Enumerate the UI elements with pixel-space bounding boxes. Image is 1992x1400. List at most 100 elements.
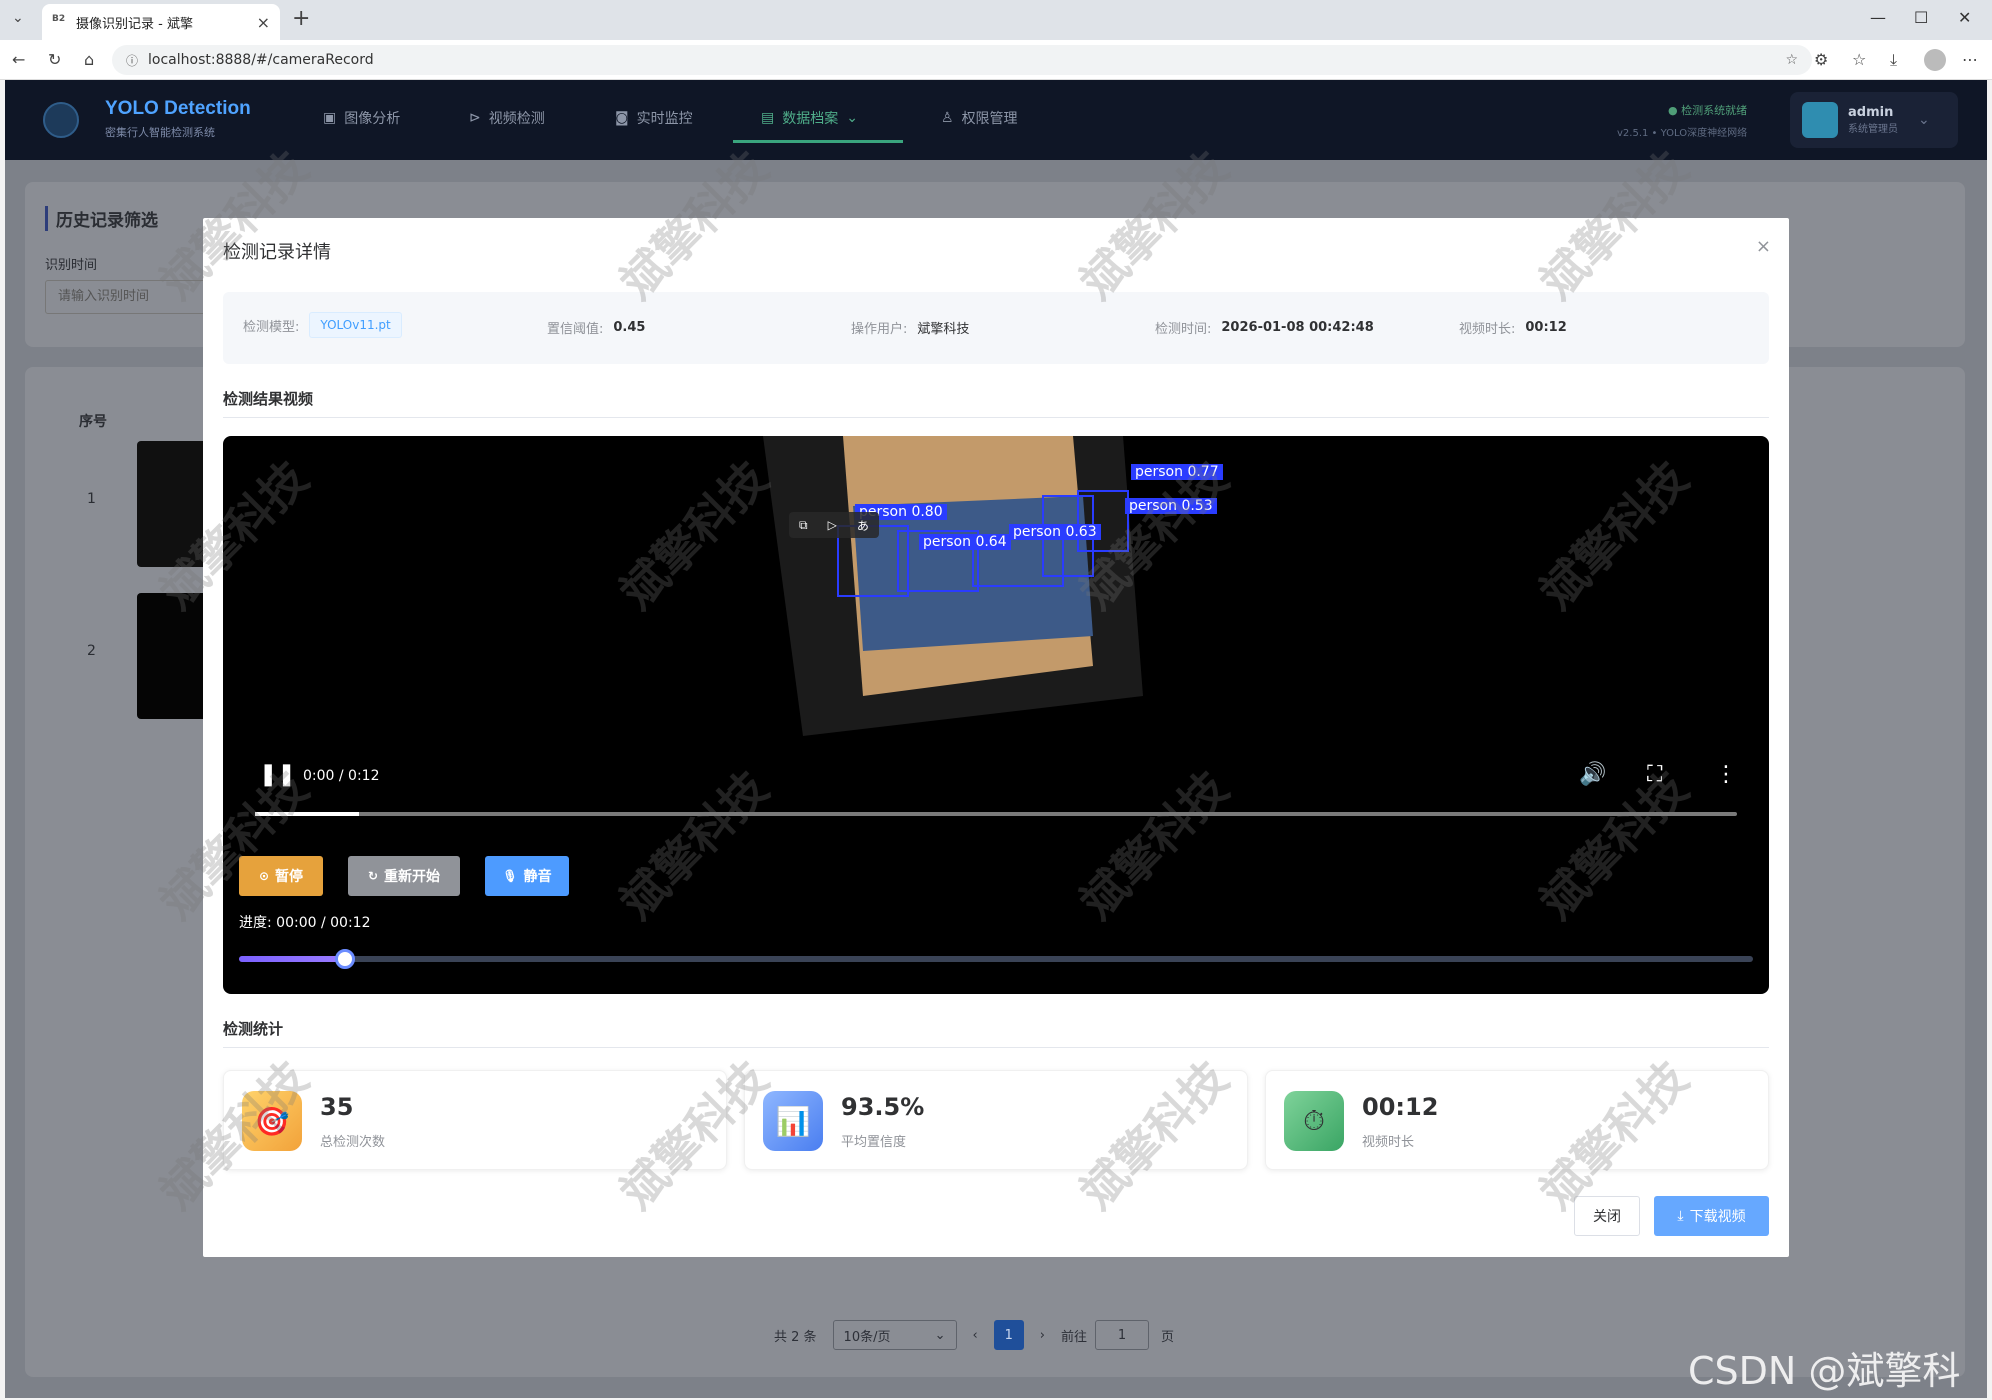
volume-icon[interactable]: 🔊 (1579, 762, 1606, 787)
tab-list-icon[interactable]: ⌄ (12, 10, 24, 26)
nav-live-monitor[interactable]: ◙ 实时监控 (615, 108, 693, 128)
info-duration: 视频时长: 00:12 (1459, 318, 1567, 337)
goto-page-input[interactable]: 1 (1094, 1320, 1149, 1350)
maximize-icon[interactable]: ☐ (1914, 8, 1928, 27)
detection-label: person 0.53 (1125, 498, 1217, 514)
reload-icon[interactable]: ↻ (48, 50, 61, 69)
info-confidence: 置信阈值: 0.45 (547, 318, 645, 337)
profile-icon[interactable] (1924, 49, 1946, 71)
chevron-down-icon: ⌄ (1918, 112, 1930, 128)
nav-image-analysis[interactable]: ▣ 图像分析 (323, 108, 400, 128)
stopwatch-icon: ⏱ (1284, 1091, 1344, 1151)
browser-tab[interactable]: B2 摄像识别记录 - 斌擎 × (42, 4, 280, 40)
pip-icon[interactable]: ⧉ (799, 518, 808, 533)
microphone-icon: 🎙 (502, 869, 518, 883)
dialog-title: 检测记录详情 (223, 242, 331, 263)
close-button[interactable]: 关闭 (1574, 1196, 1640, 1236)
next-page-icon[interactable]: › (1040, 1328, 1045, 1343)
app-header: YOLO Detection 密集行人智能检测系统 ▣ 图像分析 ⊳ 视频检测 ◙ 实… (5, 80, 1987, 160)
info-value: 斌擎科技 (917, 322, 970, 337)
favorites-icon[interactable]: ☆ (1852, 50, 1866, 69)
back-icon[interactable]: ← (12, 50, 25, 69)
brand-subtitle: 密集行人智能检测系统 (105, 126, 215, 139)
video-player[interactable]: person 0.77 person 0.53 person 0.80 pers… (223, 436, 1769, 994)
nav-video-detect[interactable]: ⊳ 视频检测 (469, 108, 545, 128)
window-close-icon[interactable]: ✕ (1958, 8, 1971, 27)
user-name: admin (1848, 105, 1894, 120)
download-button[interactable]: ⤓ 下载视频 (1654, 1196, 1769, 1236)
nav-label: 权限管理 (961, 111, 1018, 127)
stats-section-title: 检测统计 (223, 1018, 1769, 1048)
chevron-down-icon: ⌄ (934, 1327, 946, 1343)
extensions-icon[interactable]: ⚙ (1814, 50, 1828, 69)
stat-value: 35 (320, 1093, 354, 1121)
player-progress-fill (255, 812, 359, 816)
table-header-index: 序号 (79, 414, 107, 430)
player-progress-bar[interactable] (255, 812, 1737, 816)
slider-fill (239, 956, 345, 962)
pagination: 共 2 条 10条/页 ⌄ ‹ 1 › 前往 1 页 (774, 1320, 1174, 1350)
video-section-title: 检测结果视频 (223, 388, 1769, 418)
document-icon: ▤ (761, 110, 775, 126)
address-bar: ← ↻ ⌂ ⓘ localhost:8888/#/cameraRecord ☆ … (0, 40, 1992, 80)
tab-favicon-icon: B2 (52, 14, 66, 24)
video-frame (763, 436, 1143, 736)
url-input[interactable]: ⓘ localhost:8888/#/cameraRecord ☆ (112, 45, 1812, 75)
more-icon[interactable]: ⋯ (1962, 50, 1978, 69)
mute-button[interactable]: 🎙 静音 (485, 856, 569, 896)
browser-tab-bar: ⌄ B2 摄像识别记录 - 斌擎 × + — ☐ ✕ (0, 0, 1992, 40)
bar-chart-icon: 📊 (763, 1091, 823, 1151)
button-label: 下载视频 (1689, 1209, 1746, 1225)
chevron-down-icon: ⌄ (846, 110, 858, 126)
button-label: 静音 (523, 869, 552, 885)
filter-input[interactable]: 请输入识别时间 (45, 280, 225, 314)
pager-total: 共 2 条 (774, 1329, 817, 1345)
user-icon: ♙ (941, 110, 954, 126)
slider-handle[interactable] (334, 949, 355, 969)
stat-card-confidence: 📊 93.5% 平均置信度 (744, 1070, 1248, 1170)
info-label: 置信阈值: (547, 322, 604, 337)
restart-button[interactable]: ↻ 重新开始 (348, 856, 460, 896)
brand-title: YOLO Detection (105, 98, 251, 119)
model-tag: YOLOv11.pt (309, 312, 402, 338)
nav-active-indicator (733, 140, 903, 143)
info-user: 操作用户: 斌擎科技 (851, 318, 969, 337)
video-overlay-toolbar: ⧉ ▷ あ (789, 512, 879, 538)
favorite-star-icon[interactable]: ☆ (1785, 52, 1798, 68)
page-size-select[interactable]: 10条/页 ⌄ (832, 1320, 957, 1350)
button-label: 暂停 (275, 869, 304, 885)
minimize-icon[interactable]: — (1870, 8, 1886, 27)
status-text: 检测系统就绪 (1681, 104, 1748, 117)
translate-icon[interactable]: あ (857, 517, 869, 534)
pause-button[interactable]: ⊙ 暂停 (239, 856, 323, 896)
page-number-active[interactable]: 1 (993, 1320, 1024, 1350)
nav-data-archive[interactable]: ▤ 数据档案 ⌄ (761, 108, 858, 128)
nav-label: 数据档案 (782, 111, 839, 127)
page-number: 1 (1004, 1327, 1013, 1343)
download-icon: ⤓ (1677, 1208, 1684, 1224)
progress-slider[interactable] (239, 949, 1753, 969)
nav-permissions[interactable]: ♙ 权限管理 (941, 108, 1018, 128)
play-circle-icon: ⊳ (469, 110, 481, 126)
info-icon: ⓘ (126, 53, 139, 68)
downloads-icon[interactable]: ⤓ (1890, 50, 1897, 70)
home-icon[interactable]: ⌂ (84, 50, 94, 69)
user-menu[interactable]: admin 系统管理员 ⌄ (1790, 92, 1958, 148)
nav-label: 图像分析 (344, 111, 401, 127)
row-thumbnail[interactable] (137, 593, 207, 719)
cast-icon[interactable]: ▷ (828, 518, 837, 532)
fullscreen-icon[interactable]: ⛶ (1647, 762, 1662, 787)
stat-label: 平均置信度 (841, 1135, 907, 1150)
url-text: localhost:8888/#/cameraRecord (148, 52, 374, 68)
info-label: 检测时间: (1155, 322, 1212, 337)
prev-page-icon[interactable]: ‹ (973, 1328, 978, 1343)
close-icon[interactable]: × (1756, 236, 1771, 257)
new-tab-icon[interactable]: + (292, 6, 310, 31)
row-thumbnail[interactable] (137, 441, 207, 567)
info-bar: 检测模型: YOLOv11.pt 置信阈值: 0.45 操作用户: 斌擎科技 检… (223, 292, 1769, 364)
page-size-value: 10条/页 (843, 1329, 891, 1345)
tab-close-icon[interactable]: × (257, 13, 270, 32)
button-label: 重新开始 (384, 869, 441, 885)
pause-icon[interactable]: ❚❚ (259, 762, 296, 787)
more-options-icon[interactable]: ⋮ (1715, 762, 1737, 787)
